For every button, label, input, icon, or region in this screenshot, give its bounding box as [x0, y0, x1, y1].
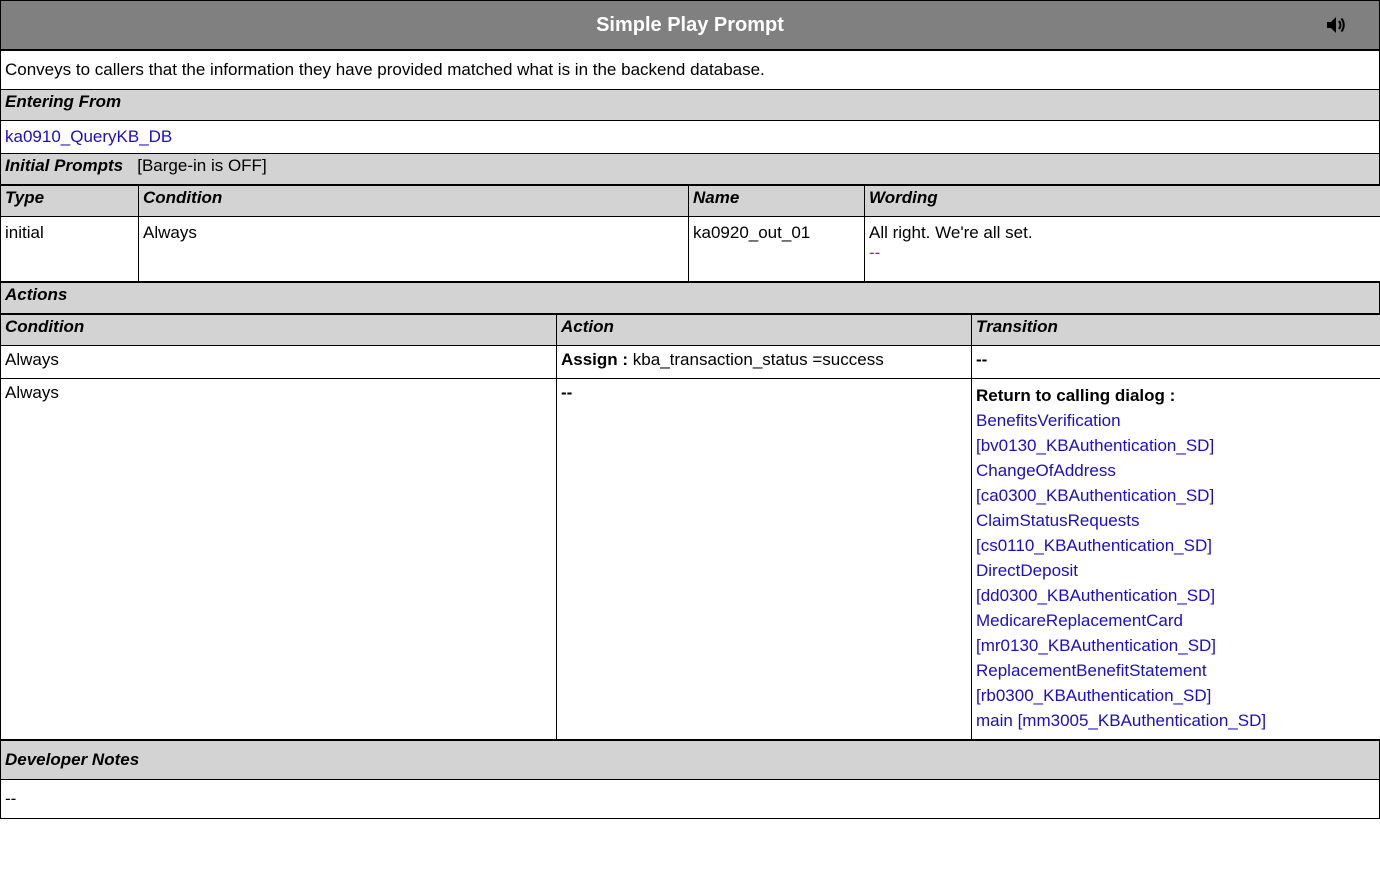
transition-link-main-mm3005[interactable]: main [mm3005_KBAuthentication_SD] [976, 708, 1376, 733]
initial-prompts-heading: Initial Prompts [5, 156, 124, 175]
prompt-wording-link[interactable]: -- [869, 243, 880, 262]
col-condition: Condition [138, 185, 689, 217]
entering-from-heading: Entering From [0, 89, 1380, 121]
action-condition: Always [0, 345, 557, 379]
action-transition: -- [971, 345, 1380, 379]
transition-link-change-of-address[interactable]: ChangeOfAddress [976, 458, 1376, 483]
title-table: Simple Play Prompt [0, 0, 1380, 50]
dialog-spec-page: Simple Play Prompt Conveys to callers th… [0, 0, 1380, 819]
table-row: Always -- Return to calling dialog : Ben… [0, 378, 1380, 740]
col-name: Name [688, 185, 865, 217]
barge-in-status: [Barge-in is OFF] [137, 156, 267, 175]
action-none: -- [561, 383, 573, 402]
action-assign-label: Assign : [561, 350, 629, 369]
description-text: Conveys to callers that the information … [0, 50, 1380, 90]
col-type: Type [0, 185, 139, 217]
action-cell: Assign : kba_transaction_status =success [556, 345, 972, 379]
page-title: Simple Play Prompt [596, 14, 784, 36]
transition-link-direct-deposit[interactable]: DirectDeposit [976, 558, 1376, 583]
speaker-icon[interactable] [1325, 14, 1347, 36]
action-cell: -- [556, 378, 972, 740]
prompt-wording-cell: All right. We're all set. -- [864, 216, 1380, 282]
transition-link-cs0110[interactable]: [cs0110_KBAuthentication_SD] [976, 533, 1376, 558]
table-row: Always Assign : kba_transaction_status =… [0, 345, 1380, 379]
developer-notes-text: -- [0, 779, 1380, 819]
transition-link-mr0130[interactable]: [mr0130_KBAuthentication_SD] [976, 633, 1376, 658]
col-action: Action [556, 314, 972, 346]
prompt-type: initial [0, 216, 139, 282]
actions-table: Condition Action Transition Always Assig… [0, 314, 1380, 740]
initial-prompts-heading-row: Initial Prompts [Barge-in is OFF] [0, 153, 1380, 185]
prompt-wording: All right. We're all set. [869, 223, 1033, 242]
transition-link-rb0300[interactable]: [rb0300_KBAuthentication_SD] [976, 683, 1376, 708]
transition-link-ca0300[interactable]: [ca0300_KBAuthentication_SD] [976, 483, 1376, 508]
action-condition: Always [0, 378, 557, 740]
developer-notes-heading: Developer Notes [0, 740, 1380, 780]
col-action-condition: Condition [0, 314, 557, 346]
transition-label: Return to calling dialog : [976, 386, 1176, 405]
entering-from-cell: ka0910_QueryKB_DB [0, 120, 1380, 154]
actions-heading: Actions [0, 282, 1380, 314]
action-transition: Return to calling dialog : BenefitsVerif… [971, 378, 1380, 740]
description-table: Conveys to callers that the information … [0, 50, 1380, 185]
title-bar: Simple Play Prompt [0, 0, 1380, 50]
transition-none: -- [976, 350, 988, 369]
col-transition: Transition [971, 314, 1380, 346]
transition-link-replacement-benefit-statement[interactable]: ReplacementBenefitStatement [976, 658, 1376, 683]
transition-link-claim-status-requests[interactable]: ClaimStatusRequests [976, 508, 1376, 533]
transition-link-dd0300[interactable]: [dd0300_KBAuthentication_SD] [976, 583, 1376, 608]
transition-link-medicare-replacement-card[interactable]: MedicareReplacementCard [976, 608, 1376, 633]
action-assign-value: kba_transaction_status =success [632, 350, 884, 369]
table-row: initial Always ka0920_out_01 All right. … [0, 216, 1380, 282]
developer-notes-table: Developer Notes -- [0, 740, 1380, 819]
transition-link-benefits-verification[interactable]: BenefitsVerification [976, 408, 1376, 433]
entering-from-link[interactable]: ka0910_QueryKB_DB [5, 127, 172, 146]
initial-prompts-table: Type Condition Name Wording initial Alwa… [0, 185, 1380, 282]
actions-heading-table: Actions [0, 282, 1380, 314]
transition-link-bv0130[interactable]: [bv0130_KBAuthentication_SD] [976, 433, 1376, 458]
prompt-condition: Always [138, 216, 689, 282]
col-wording: Wording [864, 185, 1380, 217]
prompt-name: ka0920_out_01 [688, 216, 865, 282]
